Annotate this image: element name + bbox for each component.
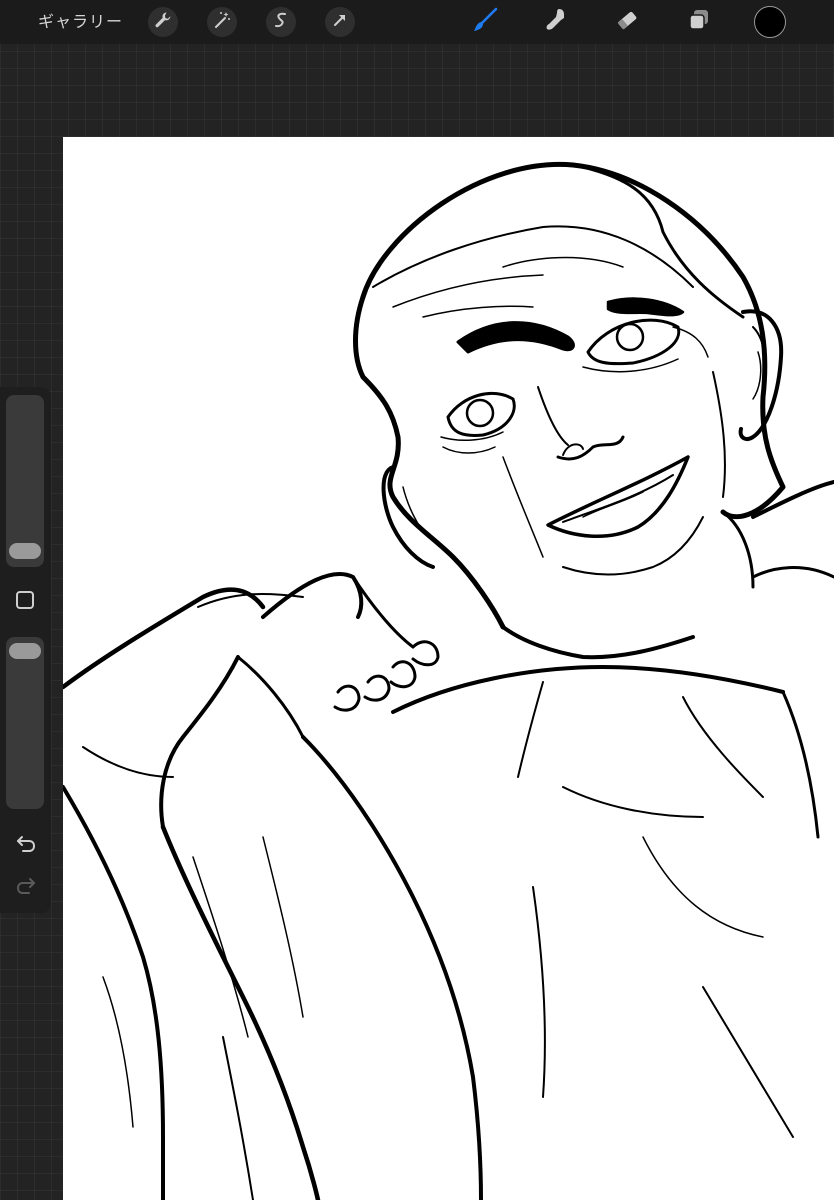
- eraser-tool[interactable]: [610, 5, 644, 39]
- adjustments-button[interactable]: [207, 7, 237, 37]
- redo-button[interactable]: [12, 873, 40, 901]
- layers-icon: [686, 7, 712, 37]
- undo-button[interactable]: [12, 831, 40, 859]
- brush-size-slider[interactable]: [6, 395, 44, 567]
- top-toolbar: ギャラリー: [0, 0, 834, 44]
- actions-button[interactable]: [148, 7, 178, 37]
- brush-icon: [471, 6, 499, 38]
- opacity-slider-thumb[interactable]: [9, 643, 41, 659]
- modify-square-icon: [15, 590, 35, 614]
- transform-button[interactable]: [325, 7, 355, 37]
- eraser-icon: [614, 7, 640, 37]
- line-art-drawing: [63, 161, 834, 1200]
- modify-button[interactable]: [14, 591, 36, 613]
- transform-arrow-icon: [331, 11, 349, 33]
- gallery-button[interactable]: ギャラリー: [38, 9, 123, 35]
- undo-icon: [15, 832, 37, 858]
- brush-tool[interactable]: [468, 5, 502, 39]
- layers-button[interactable]: [682, 5, 716, 39]
- selection-button[interactable]: [266, 7, 296, 37]
- left-sidebar: [0, 387, 51, 913]
- wrench-icon: [154, 11, 172, 33]
- smudge-tool[interactable]: [540, 5, 574, 39]
- smudge-icon: [544, 7, 570, 37]
- color-swatch[interactable]: [754, 6, 786, 38]
- redo-icon: [15, 874, 37, 900]
- drawing-canvas[interactable]: [63, 137, 834, 1200]
- opacity-slider[interactable]: [6, 637, 44, 809]
- selection-icon: [272, 11, 290, 33]
- magic-wand-icon: [213, 11, 231, 33]
- brush-size-slider-thumb[interactable]: [9, 543, 41, 559]
